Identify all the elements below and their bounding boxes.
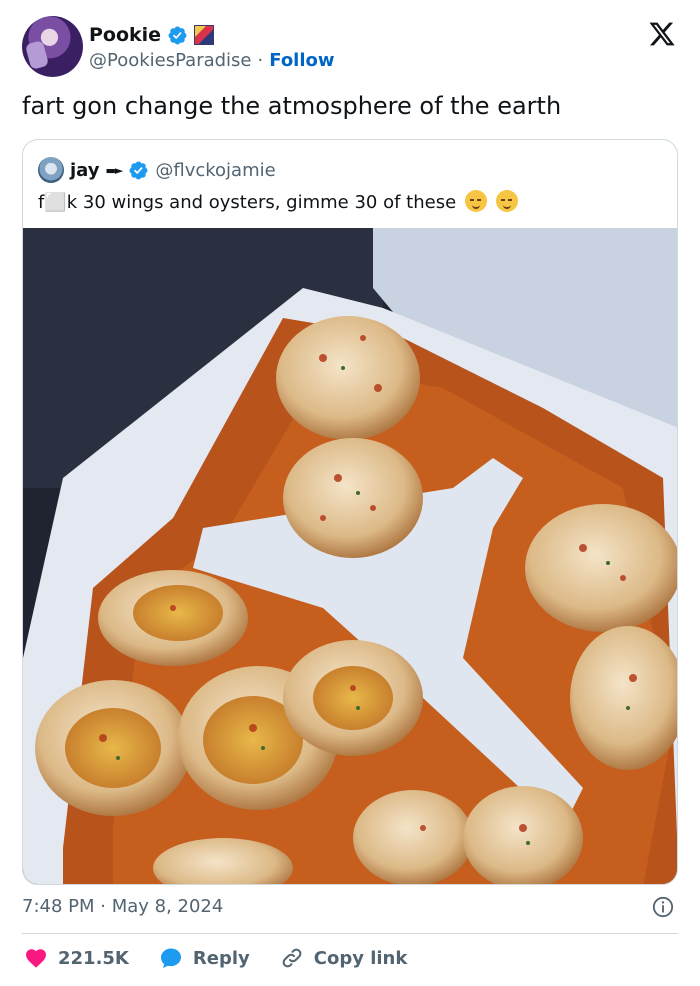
profile-emoji-icon: [194, 25, 215, 45]
author-handle[interactable]: @PookiesParadise: [89, 50, 252, 71]
divider: [22, 933, 678, 934]
quoted-handle: @flvckojamie: [155, 159, 276, 181]
tweet-actions: 221.5K Reply Copy link: [24, 946, 437, 970]
quoted-header: jay ▬► @flvckojamie: [38, 157, 276, 183]
link-icon: [282, 948, 302, 968]
author-display-name[interactable]: Pookie: [89, 24, 161, 46]
author-name-row: Pookie: [89, 24, 215, 46]
tweet-header: Pookie @PookiesParadise · Follow: [22, 16, 682, 80]
pensive-face-emoji-icon: [495, 190, 518, 212]
quoted-text-row: f⬜k 30 wings and oysters, gimme 30 of th…: [38, 190, 518, 213]
reply-button[interactable]: Reply: [159, 946, 250, 970]
heart-icon: [26, 949, 46, 968]
reply-bubble-icon: [160, 948, 181, 968]
info-icon[interactable]: [652, 896, 674, 918]
copy-link-button[interactable]: Copy link: [280, 946, 408, 970]
reply-label: Reply: [192, 947, 250, 969]
arrow-emoji-icon: ▬►: [105, 163, 124, 177]
verified-badge-icon: [168, 26, 187, 44]
quoted-photo[interactable]: [23, 228, 678, 885]
like-button[interactable]: 221.5K: [24, 946, 129, 970]
author-handle-row: @PookiesParadise · Follow: [89, 50, 335, 71]
quoted-verified-badge-icon: [129, 161, 148, 179]
copy-link-label: Copy link: [313, 947, 408, 969]
quoted-tweet-card[interactable]: jay ▬► @flvckojamie f⬜k 30 wings and oys…: [22, 139, 678, 885]
follow-button[interactable]: Follow: [269, 50, 334, 71]
separator-dot: ·: [257, 50, 264, 71]
like-count: 221.5K: [58, 947, 129, 969]
quoted-text: f⬜k 30 wings and oysters, gimme 30 of th…: [38, 192, 457, 213]
quoted-display-name: jay: [70, 159, 100, 181]
relieved-face-emoji-icon: [464, 190, 487, 212]
tweet-timestamp[interactable]: 7:48 PM · May 8, 2024: [22, 896, 223, 917]
x-logo-icon[interactable]: [648, 20, 676, 48]
quoted-avatar: [38, 157, 64, 183]
tweet-text: fart gon change the atmosphere of the ea…: [22, 92, 562, 120]
author-avatar[interactable]: [22, 16, 83, 77]
